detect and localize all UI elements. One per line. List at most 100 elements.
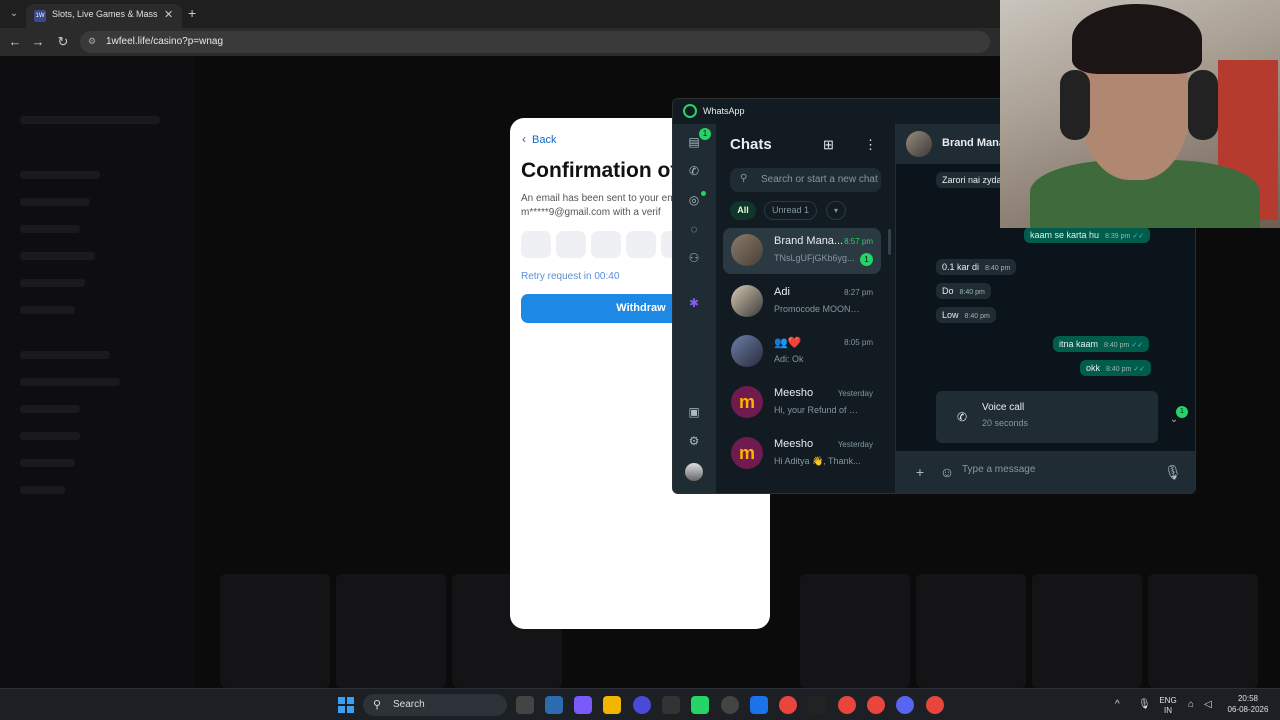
chat-list-item[interactable]: Adi 8:27 pm Promocode MOON6... <box>723 279 881 325</box>
code-digit-input[interactable] <box>556 231 586 258</box>
message-bubble-incoming[interactable]: Low 8:40 pm <box>936 307 996 323</box>
chats-unread-badge: 1 <box>699 128 711 140</box>
tab-search-icon[interactable]: ⌄ <box>6 6 22 22</box>
message-bubble-outgoing[interactable]: kaam se karta hu 8:39 pm ✓✓ <box>1024 227 1151 243</box>
microphone-icon[interactable]: 🎙 <box>1164 464 1182 480</box>
search-icon: ⚲ <box>740 173 748 184</box>
windows-start-icon[interactable] <box>338 697 354 713</box>
voice-call-card[interactable]: ✆ Voice call 20 seconds <box>936 391 1158 443</box>
profile-avatar[interactable] <box>685 463 703 481</box>
back-label: Back <box>532 134 557 146</box>
forward-arrow-icon[interactable]: → <box>30 34 46 50</box>
new-chat-icon[interactable]: ⊞ <box>823 137 834 153</box>
discord-icon[interactable] <box>896 696 914 714</box>
meesho-logo-icon: m <box>731 437 763 469</box>
chat-list-item[interactable]: m Meesho Yesterday Hi, your Refund of Rs… <box>723 380 881 426</box>
tab-title: Slots, Live Games & Massive Ja... <box>52 9 158 19</box>
message-bubble-outgoing[interactable]: itna kaam 8:40 pm ✓✓ <box>1053 336 1150 352</box>
code-digit-input[interactable] <box>591 231 621 258</box>
filter-more-dropdown[interactable]: ▾ <box>826 201 846 220</box>
channels-icon[interactable]: ◌ <box>685 220 703 238</box>
chrome-icon[interactable] <box>867 696 885 714</box>
chat-search-input[interactable]: ⚲ Search or start a new chat <box>730 168 881 192</box>
chrome-icon[interactable] <box>838 696 856 714</box>
attach-plus-icon[interactable]: + <box>912 464 928 480</box>
whatsapp-taskbar-icon[interactable] <box>691 696 709 714</box>
media-icon[interactable]: ▣ <box>685 403 703 421</box>
chat-name: Brand Mana... <box>774 235 844 247</box>
communities-icon[interactable]: ⚇ <box>685 249 703 267</box>
message-bubble-outgoing[interactable]: okk 8:40 pm ✓✓ <box>1080 360 1152 376</box>
task-view-icon[interactable] <box>516 696 534 714</box>
read-ticks-icon: ✓✓ <box>1131 342 1144 349</box>
whatsapp-logo-icon <box>683 104 697 118</box>
site-info-icon[interactable]: ⚙ <box>88 36 96 47</box>
avatar[interactable] <box>906 131 932 157</box>
wifi-icon[interactable]: ⌂ <box>1188 699 1194 710</box>
app-icon[interactable] <box>721 696 739 714</box>
back-button[interactable]: ‹ Back <box>522 132 556 146</box>
chrome-icon[interactable] <box>926 696 944 714</box>
language-line2[interactable]: IN <box>1156 706 1180 715</box>
volume-icon[interactable]: ◁ <box>1204 699 1212 710</box>
chat-list-item[interactable]: 👥❤️ 8:05 pm Adi: Ok <box>723 329 881 375</box>
back-arrow-icon[interactable]: ← <box>7 34 23 50</box>
message-bubble-incoming[interactable]: 0.1 kar di 8:40 pm <box>936 259 1017 275</box>
settings-gear-icon[interactable]: ⚙ <box>685 432 703 450</box>
code-digit-input[interactable] <box>521 231 551 258</box>
new-tab-icon[interactable]: + <box>188 5 196 21</box>
address-bar[interactable]: ⚙ 1wfeel.life/casino?p=wnag <box>80 31 990 53</box>
message-text: Do <box>942 286 954 296</box>
language-line1[interactable]: ENG <box>1156 696 1180 705</box>
clock-date[interactable]: 06-08-2026 <box>1222 705 1274 714</box>
windows-taskbar: ⚲ Search ^ 🎙 ENG IN ⌂ ◁ 20:58 06-08-2026 <box>0 688 1280 720</box>
search-placeholder: Search or start a new chat <box>761 174 878 185</box>
message-bubble-incoming[interactable]: Zarori nai zyda <box>936 172 1008 188</box>
code-digit-input[interactable] <box>626 231 656 258</box>
chat-time: Yesterday <box>837 440 873 449</box>
capcut-icon[interactable] <box>808 696 826 714</box>
copilot-icon[interactable] <box>574 696 592 714</box>
chatgpt-icon[interactable] <box>662 696 680 714</box>
browser-tab[interactable]: 1W Slots, Live Games & Massive Ja... ✕ <box>26 4 182 28</box>
message-bubble-incoming[interactable]: Do 8:40 pm <box>936 283 991 299</box>
chat-time: 8:27 pm <box>844 288 873 297</box>
taskbar-search[interactable]: ⚲ Search <box>363 694 507 716</box>
store-icon[interactable] <box>545 696 563 714</box>
chat-name: Meesho <box>774 387 814 399</box>
message-time: 8:40 pm <box>964 313 990 320</box>
clock-time[interactable]: 20:58 <box>1222 694 1274 703</box>
retry-countdown: Retry request in 00:40 <box>521 271 620 282</box>
reload-icon[interactable]: ↻ <box>55 34 71 50</box>
read-ticks-icon: ✓✓ <box>1132 233 1145 240</box>
chat-name: 👥❤️ <box>774 337 802 349</box>
filter-unread-chip[interactable]: Unread 1 <box>764 201 817 220</box>
vpn-icon[interactable] <box>750 696 768 714</box>
app-icon[interactable] <box>633 696 651 714</box>
avatar <box>731 335 763 367</box>
chat-list-item[interactable]: m Meesho Yesterday Hi Aditya 👋, Thank... <box>723 431 881 477</box>
avatar <box>731 234 763 266</box>
unread-badge: 1 <box>860 253 873 266</box>
filter-all-chip[interactable]: All <box>730 201 756 220</box>
emoji-sticker-icon[interactable]: ☺ <box>939 464 955 480</box>
calls-icon[interactable]: ✆ <box>685 162 703 180</box>
scroll-unread-badge: 1 <box>1176 406 1188 418</box>
chat-time: 8:05 pm <box>844 338 873 347</box>
chat-list-scrollbar[interactable] <box>888 229 891 255</box>
conversation-name: Brand Mana <box>942 137 1005 149</box>
read-ticks-icon: ✓✓ <box>1133 366 1146 373</box>
chat-list-panel: Chats ⊞ ⋮ ⚲ Search or start a new chat A… <box>716 124 896 493</box>
chat-time: Yesterday <box>837 389 873 398</box>
message-time: 8:40 pm <box>959 289 985 296</box>
message-text: kaam se karta hu <box>1030 230 1100 240</box>
chrome-icon[interactable] <box>779 696 797 714</box>
microphone-tray-icon[interactable]: 🎙 <box>1138 699 1151 710</box>
file-explorer-icon[interactable] <box>603 696 621 714</box>
more-menu-icon[interactable]: ⋮ <box>864 137 877 153</box>
chat-list-item[interactable]: Brand Mana... 8:57 pm TNsLgUFjGKb6yg... … <box>723 228 881 274</box>
meta-ai-icon[interactable]: ✱ <box>685 294 703 312</box>
message-input[interactable]: Type a message <box>962 464 1035 475</box>
tab-close-icon[interactable]: ✕ <box>164 8 173 21</box>
tray-overflow-icon[interactable]: ^ <box>1115 699 1120 710</box>
